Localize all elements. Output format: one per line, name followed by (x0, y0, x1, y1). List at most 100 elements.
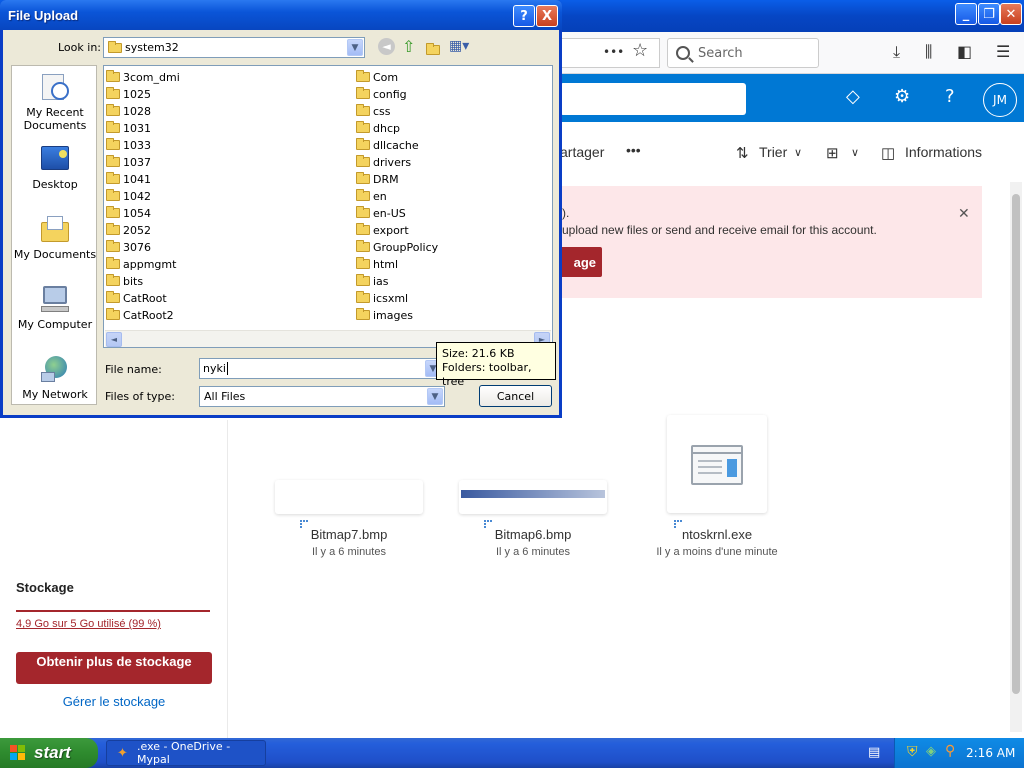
onedrive-search-input[interactable] (560, 83, 746, 115)
folder-item[interactable]: icsxml (356, 291, 408, 305)
place-my-recent-documents[interactable]: My Recent Documents (12, 72, 98, 132)
start-button[interactable]: start (0, 738, 98, 768)
folder-item[interactable]: html (356, 257, 398, 271)
folder-item[interactable]: images (356, 308, 413, 322)
folder-item[interactable]: export (356, 223, 409, 237)
left-nav-panel: Stockage 4,9 Go sur 5 Go utilisé (99 %) … (0, 420, 228, 738)
place-my-network[interactable]: My Network (12, 354, 98, 401)
folder-item[interactable]: Com (356, 70, 398, 84)
folder-item[interactable]: dllcache (356, 138, 419, 152)
diamond-icon[interactable]: ◇ (846, 86, 860, 107)
dialog-close-button[interactable]: X (536, 5, 558, 27)
folder-item[interactable]: DRM (356, 172, 399, 186)
folder-item[interactable]: 1028 (106, 104, 151, 118)
library-icon[interactable]: ⫼ (925, 42, 932, 62)
folder-icon (106, 189, 120, 201)
search-box[interactable]: Search (667, 38, 819, 68)
folder-item[interactable]: dhcp (356, 121, 400, 135)
folder-item[interactable]: en-US (356, 206, 406, 220)
browser-close-button[interactable]: ✕ (1000, 3, 1022, 25)
folder-item[interactable]: 2052 (106, 223, 151, 237)
chevron-down-icon[interactable]: ▼ (347, 39, 363, 56)
folder-item[interactable]: 1054 (106, 206, 151, 220)
get-more-storage-button[interactable]: Obtenir plus de stockage (16, 652, 212, 684)
sidebar-icon[interactable]: ◧ (957, 42, 972, 61)
taskbar-item-browser[interactable]: ✦ .exe - OneDrive - Mypal (106, 740, 266, 766)
minimize-button[interactable]: _ (955, 3, 977, 25)
look-in-dropdown[interactable]: system32 ▼ (103, 37, 365, 58)
scrollbar-thumb[interactable] (1012, 194, 1020, 694)
windows-logo-icon (10, 745, 26, 761)
info-command[interactable]: Informations (905, 144, 982, 160)
folder-item[interactable]: CatRoot2 (106, 308, 174, 322)
keyboard-icon[interactable]: ▤ (868, 745, 880, 760)
download-icon[interactable]: ⤓ (893, 42, 900, 62)
back-icon[interactable]: ◄ (378, 38, 395, 55)
folder-item[interactable]: 3com_dmi (106, 70, 180, 84)
scroll-left-icon[interactable]: ◄ (106, 332, 122, 347)
file-thumbnail-ntoskrnl[interactable] (667, 415, 767, 513)
folder-item[interactable]: css (356, 104, 391, 118)
place-desktop[interactable]: Desktop (12, 144, 98, 191)
folder-item[interactable]: ias (356, 274, 389, 288)
up-folder-icon[interactable]: ⇧ (402, 37, 415, 56)
file-name[interactable]: Bitmap7.bmp (275, 527, 423, 542)
avatar[interactable]: JM (983, 83, 1017, 117)
banner-storage-button[interactable]: age (560, 247, 602, 277)
view-grid-icon[interactable]: ⊞ (826, 144, 839, 162)
more-commands[interactable]: ••• (626, 142, 641, 158)
folder-item[interactable]: en (356, 189, 387, 203)
folder-item[interactable]: 1041 (106, 172, 151, 186)
bookmark-star-icon[interactable]: ☆ (632, 40, 648, 61)
chevron-down-icon[interactable]: ▼ (427, 388, 443, 405)
menu-icon[interactable]: ☰ (996, 42, 1010, 61)
folder-icon (356, 87, 370, 99)
view-menu-icon[interactable]: ▦▾ (449, 38, 469, 54)
folder-name: 2052 (123, 223, 151, 237)
start-label: start (34, 743, 71, 762)
file-thumbnail-bitmap6[interactable] (459, 480, 607, 514)
folder-item[interactable]: 1031 (106, 121, 151, 135)
dialog-titlebar: File Upload ? X (0, 0, 562, 30)
place-my-documents[interactable]: My Documents (12, 214, 98, 261)
help-button[interactable]: ? (513, 5, 535, 27)
share-command[interactable]: artager (560, 144, 604, 160)
folder-item[interactable]: appmgmt (106, 257, 176, 271)
new-folder-icon[interactable] (426, 40, 443, 59)
storage-usage-link[interactable]: 4,9 Go sur 5 Go utilisé (99 %) (16, 618, 161, 630)
file-thumbnail-bitmap7[interactable] (275, 480, 423, 514)
search-tray-icon[interactable]: ⚲ (945, 743, 955, 759)
folder-icon (106, 240, 120, 252)
manage-storage-link[interactable]: Gérer le stockage (16, 694, 212, 709)
folder-item[interactable]: 1037 (106, 155, 151, 169)
place-my-computer[interactable]: My Computer (12, 284, 98, 331)
my-documents-icon (39, 214, 71, 244)
file-name[interactable]: ntoskrnl.exe (642, 527, 792, 542)
folder-item[interactable]: config (356, 87, 407, 101)
page-scrollbar[interactable] (1010, 182, 1022, 732)
close-icon[interactable]: ✕ (958, 206, 970, 222)
files-of-type-label: Files of type: (105, 390, 176, 403)
help-icon[interactable]: ? (945, 86, 955, 107)
gear-icon[interactable]: ⚙ (894, 86, 910, 107)
folder-item[interactable]: 3076 (106, 240, 151, 254)
folder-item[interactable]: 1025 (106, 87, 151, 101)
file-name[interactable]: Bitmap6.bmp (459, 527, 607, 542)
files-of-type-dropdown[interactable]: All Files ▼ (199, 386, 445, 407)
restore-button[interactable]: ❐ (978, 3, 1000, 25)
folder-item[interactable]: drivers (356, 155, 411, 169)
file-name-input[interactable]: nyki ▼ (199, 358, 443, 379)
folder-item[interactable]: bits (106, 274, 143, 288)
folder-item[interactable]: 1033 (106, 138, 151, 152)
sort-command[interactable]: Trier (759, 144, 787, 160)
banner-message: upload new files or send and receive ema… (562, 223, 877, 237)
tooltip-size: Size: 21.6 KB (442, 347, 515, 360)
recent-documents-icon (39, 72, 71, 102)
folder-item[interactable]: GroupPolicy (356, 240, 438, 254)
file-list[interactable]: ◄ ► 3com_dmi 1025 1028 1031 1033 1037 1041 1042… (103, 65, 553, 348)
page-actions-icon[interactable]: ••• (603, 45, 624, 59)
network-icon[interactable]: ◈ (926, 744, 936, 759)
folder-item[interactable]: CatRoot (106, 291, 167, 305)
security-shield-icon[interactable]: ⛨ (907, 744, 918, 760)
folder-item[interactable]: 1042 (106, 189, 151, 203)
